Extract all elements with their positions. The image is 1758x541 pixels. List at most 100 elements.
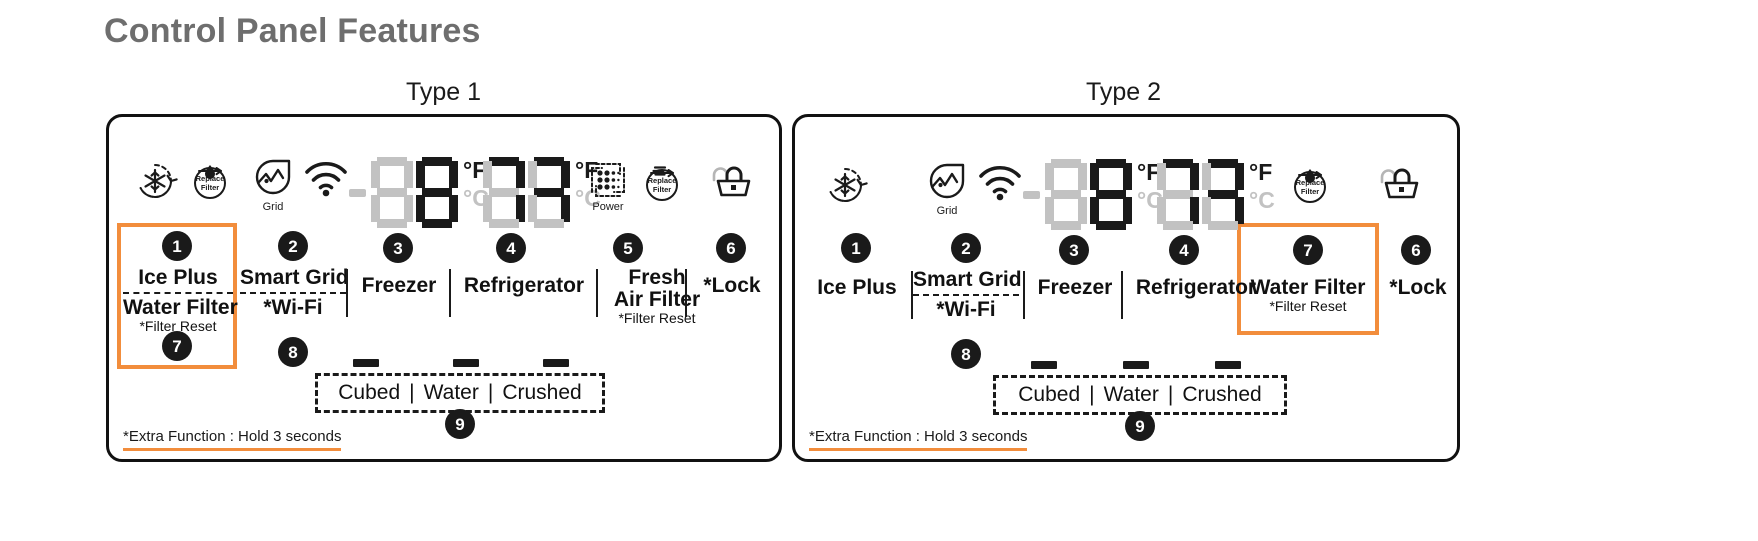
feature-water-filter[interactable]: Water Filter *Filter Reset (1243, 277, 1373, 313)
separator-smartgrid-left (911, 271, 913, 319)
badge-8[interactable]: 8 (951, 339, 981, 369)
feature-smart-grid[interactable]: Smart Grid *Wi-Fi (240, 267, 349, 319)
refrigerator-digit-2 (528, 157, 570, 229)
lock-icon[interactable] (1373, 161, 1427, 207)
feature-lock[interactable]: *Lock (1375, 277, 1461, 299)
smart-grid-icon-glyph (929, 163, 965, 199)
feature-freezer-label: Freezer (361, 274, 437, 297)
fresh-air-filter-power-sublabel: Power (592, 201, 624, 213)
ice-plus-icon[interactable] (129, 155, 181, 207)
badge-3[interactable]: 3 (383, 233, 413, 263)
dispenser-option-crushed[interactable]: Crushed (1182, 383, 1261, 407)
feature-freezer-label: Freezer (1037, 276, 1113, 299)
separator-refrigerator-left (1121, 271, 1123, 319)
feature-freezer[interactable]: Freezer (349, 275, 449, 297)
replace-filter-icon[interactable]: Replace Filter (1285, 159, 1337, 211)
dispenser-separator-1: | (1089, 383, 1095, 406)
footnote-extra-function: *Extra Function : Hold 3 seconds (123, 428, 342, 451)
dispenser-option-water[interactable]: Water (1104, 383, 1159, 407)
fresh-air-replace-filter-icon-glyph: Replace Filter (646, 166, 678, 201)
smart-grid-sublabel: Grid (936, 205, 958, 217)
feature-smart-grid[interactable]: Smart Grid *Wi-Fi (913, 268, 1022, 321)
wifi-icon[interactable] (303, 161, 349, 197)
badge-9[interactable]: 9 (1125, 411, 1155, 441)
badge-3[interactable]: 3 (1059, 235, 1089, 265)
feature-water-filter-label: Water Filter (1250, 276, 1366, 299)
replace-filter-icon[interactable]: Replace Filter (185, 155, 237, 207)
footnote-extra-function: *Extra Function : Hold 3 seconds (809, 428, 1028, 451)
badge-1[interactable]: 1 (841, 233, 871, 263)
separator-lock-left (685, 269, 687, 317)
freezer-minus-indicator (349, 189, 366, 197)
feature-refrigerator-label: Refrigerator (463, 274, 585, 297)
feature-wifi-label: *Wi-Fi (263, 295, 323, 319)
fresh-air-replace-filter-icon[interactable]: Replace Filter (637, 157, 689, 209)
wifi-icon[interactable] (977, 165, 1023, 201)
feature-ice-plus[interactable]: Ice Plus (805, 277, 909, 299)
badge-6[interactable]: 6 (1401, 235, 1431, 265)
type-1-caption: Type 1 (406, 78, 482, 106)
type-2-caption: Type 2 (1086, 78, 1162, 106)
refrigerator-unit-fahrenheit: °F (1249, 159, 1273, 185)
refrigerator-digit-1 (1157, 159, 1199, 231)
dispenser-options-box[interactable]: Cubed | Water | Crushed (315, 373, 605, 413)
fresh-air-replace-filter-line1: Replace (648, 176, 677, 185)
badge-4[interactable]: 4 (496, 233, 526, 263)
badge-2[interactable]: 2 (951, 233, 981, 263)
lock-icon-glyph (1380, 168, 1419, 199)
control-panel-type-2: Grid °F °C °F °C Replace Filter 1 2 3 4 … (792, 114, 1460, 462)
feature-refrigerator[interactable]: Refrigerator (449, 275, 599, 297)
dispenser-option-cubed[interactable]: Cubed (1018, 383, 1080, 407)
dispenser-separator-2: | (1167, 383, 1174, 406)
badge-6[interactable]: 6 (716, 233, 746, 263)
feature-ice-plus-label: Ice Plus (138, 266, 218, 289)
badge-8[interactable]: 8 (278, 337, 308, 367)
lock-icon-glyph (712, 166, 751, 197)
dispenser-tick-water (453, 359, 479, 367)
refrigerator-display: °F °C (1157, 159, 1275, 231)
smart-grid-icon[interactable]: Grid (923, 161, 971, 217)
freezer-display: °F °C (1045, 159, 1163, 231)
feature-lock[interactable]: *Lock (689, 275, 775, 297)
divider (240, 291, 346, 294)
feature-freezer[interactable]: Freezer (1025, 277, 1125, 299)
dispenser-option-cubed[interactable]: Cubed (338, 381, 400, 405)
dispenser-tick-water (1123, 361, 1149, 369)
badge-1[interactable]: 1 (162, 231, 192, 261)
freezer-digit-1 (371, 157, 413, 229)
badge-7[interactable]: 7 (162, 331, 192, 361)
badge-5[interactable]: 5 (613, 233, 643, 263)
dispenser-option-water[interactable]: Water (424, 381, 479, 405)
dispenser-option-crushed[interactable]: Crushed (502, 381, 581, 405)
lock-icon[interactable] (705, 159, 759, 205)
refrigerator-units: °F °C (1249, 161, 1275, 212)
freezer-digit-2 (1090, 159, 1132, 231)
divider (913, 293, 1019, 296)
dispenser-separator-1: | (409, 381, 415, 404)
badge-7[interactable]: 7 (1293, 235, 1323, 265)
ice-plus-icon[interactable] (819, 159, 871, 211)
freezer-display: °F °C (371, 157, 489, 229)
replace-filter-line2: Filter (1301, 187, 1319, 196)
separator-refrigerator-left (449, 269, 451, 317)
ice-plus-icon-glyph (139, 164, 178, 198)
refrigerator-digit-2 (1202, 159, 1244, 231)
replace-filter-line1: Replace (196, 174, 225, 183)
badge-4[interactable]: 4 (1169, 235, 1199, 265)
control-panel-type-1: Replace Filter Grid °F °C °F °C Power Re… (106, 114, 782, 462)
feature-fresh-air-filter-note: *Filter Reset (618, 309, 696, 326)
feature-ice-plus[interactable]: Ice Plus Water Filter *Filter Reset (123, 266, 238, 333)
badge-2[interactable]: 2 (278, 231, 308, 261)
feature-lock-label: *Lock (1389, 276, 1447, 299)
freezer-minus-indicator (1023, 191, 1040, 199)
page-title: Control Panel Features (104, 12, 481, 50)
feature-smart-grid-label: Smart Grid (913, 268, 1022, 291)
fresh-air-filter-power-icon[interactable]: Power (587, 159, 629, 213)
badge-9[interactable]: 9 (445, 409, 475, 439)
dispenser-options-box[interactable]: Cubed | Water | Crushed (993, 375, 1287, 415)
freezer-digit-2 (416, 157, 458, 229)
separator-freshair-left (596, 269, 598, 317)
smart-grid-icon[interactable]: Grid (249, 157, 297, 213)
divider (123, 291, 233, 294)
refrigerator-digit-1 (483, 157, 525, 229)
